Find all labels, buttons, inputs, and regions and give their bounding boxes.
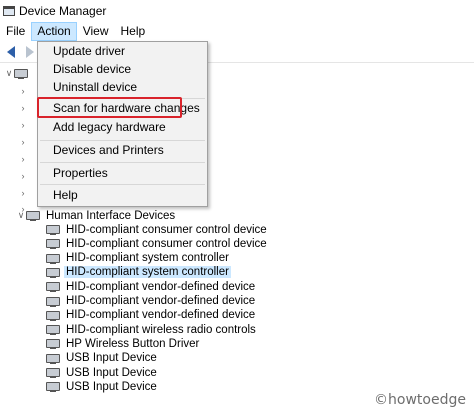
tree-collapsed-category[interactable]: › xyxy=(18,167,28,184)
chevron-right-icon[interactable]: › xyxy=(18,154,28,164)
chevron-right-icon[interactable]: › xyxy=(18,103,28,113)
menu-action[interactable]: Action xyxy=(31,22,77,41)
hid-device-icon xyxy=(46,339,60,350)
chevron-right-icon[interactable]: › xyxy=(18,188,28,198)
back-arrow-icon xyxy=(7,45,15,58)
highlight-box xyxy=(37,97,182,118)
menu-file[interactable]: File xyxy=(0,22,31,41)
tree-collapsed-category[interactable]: › xyxy=(18,133,28,150)
device-label: HID-compliant vendor-defined device xyxy=(66,309,256,322)
chevron-down-icon[interactable]: ∨ xyxy=(4,68,14,79)
forward-button[interactable] xyxy=(22,44,38,60)
chevron-right-icon[interactable]: › xyxy=(18,137,28,147)
menu-item-help[interactable]: Help xyxy=(53,186,78,204)
device-label: HID-compliant system controller xyxy=(64,266,231,279)
menu-view[interactable]: View xyxy=(77,22,115,41)
hid-device-icon xyxy=(46,267,60,278)
tree-collapsed-category[interactable]: › xyxy=(18,99,28,116)
menu-separator xyxy=(40,184,205,185)
device-label: HID-compliant consumer control device xyxy=(66,223,267,236)
device-label: HID-compliant wireless radio controls xyxy=(66,323,256,336)
back-button[interactable] xyxy=(3,44,19,60)
hid-device-icon xyxy=(46,282,60,293)
tree-collapsed-category[interactable]: › xyxy=(18,184,28,201)
device-label: HP Wireless Button Driver xyxy=(66,337,200,350)
menu-item-properties[interactable]: Properties xyxy=(53,164,108,182)
hid-category-icon xyxy=(26,211,40,221)
window-title: Device Manager xyxy=(19,4,107,18)
hid-device-icon xyxy=(46,325,60,336)
action-menu: Update driver Disable device Uninstall d… xyxy=(37,41,208,207)
category-label: Human Interface Devices xyxy=(46,209,176,222)
chevron-right-icon[interactable]: › xyxy=(18,86,28,96)
device-label: USB Input Device xyxy=(66,380,157,393)
hid-device-icon xyxy=(46,296,60,307)
menu-help[interactable]: Help xyxy=(115,22,152,41)
device-manager-icon xyxy=(3,6,15,16)
hid-device-icon xyxy=(46,368,60,378)
menu-item-devices-printers[interactable]: Devices and Printers xyxy=(53,141,164,159)
menu-item-update-driver[interactable]: Update driver xyxy=(53,42,125,60)
tree-root[interactable]: ∨ xyxy=(4,65,32,82)
forward-arrow-icon xyxy=(26,45,34,58)
hid-device-icon xyxy=(46,239,60,250)
hid-device-icon xyxy=(46,353,60,364)
watermark: ©howtoedge xyxy=(374,392,466,408)
tree-collapsed-category[interactable]: › xyxy=(18,116,28,133)
device-label: HID-compliant vendor-defined device xyxy=(66,295,256,307)
hid-device-icon xyxy=(46,225,60,235)
menu-item-disable-device[interactable]: Disable device xyxy=(53,60,131,78)
chevron-down-icon[interactable]: ∨ xyxy=(16,210,26,221)
chevron-right-icon[interactable]: › xyxy=(18,120,28,130)
tree-collapsed-category[interactable]: › xyxy=(18,150,28,167)
device-label: HID-compliant vendor-defined device xyxy=(66,280,256,293)
device-label: USB Input Device xyxy=(66,352,157,365)
menu-item-add-legacy-hardware[interactable]: Add legacy hardware xyxy=(53,118,166,136)
menu-separator xyxy=(40,162,205,163)
tree-collapsed-category[interactable]: › xyxy=(18,82,28,99)
hid-device-icon xyxy=(46,382,60,393)
title-bar: Device Manager xyxy=(0,0,474,22)
device-label: HID-compliant system controller xyxy=(66,252,229,265)
hid-device-icon xyxy=(46,310,60,321)
tree-device-row[interactable]: USB Input Device xyxy=(46,378,159,395)
menu-item-uninstall-device[interactable]: Uninstall device xyxy=(53,78,137,96)
device-label: HID-compliant consumer control device xyxy=(66,237,267,250)
hid-device-icon xyxy=(46,253,60,264)
device-label: USB Input Device xyxy=(66,366,157,379)
menu-bar: File Action View Help xyxy=(0,22,474,41)
chevron-right-icon[interactable]: › xyxy=(18,171,28,181)
computer-icon xyxy=(14,69,28,79)
